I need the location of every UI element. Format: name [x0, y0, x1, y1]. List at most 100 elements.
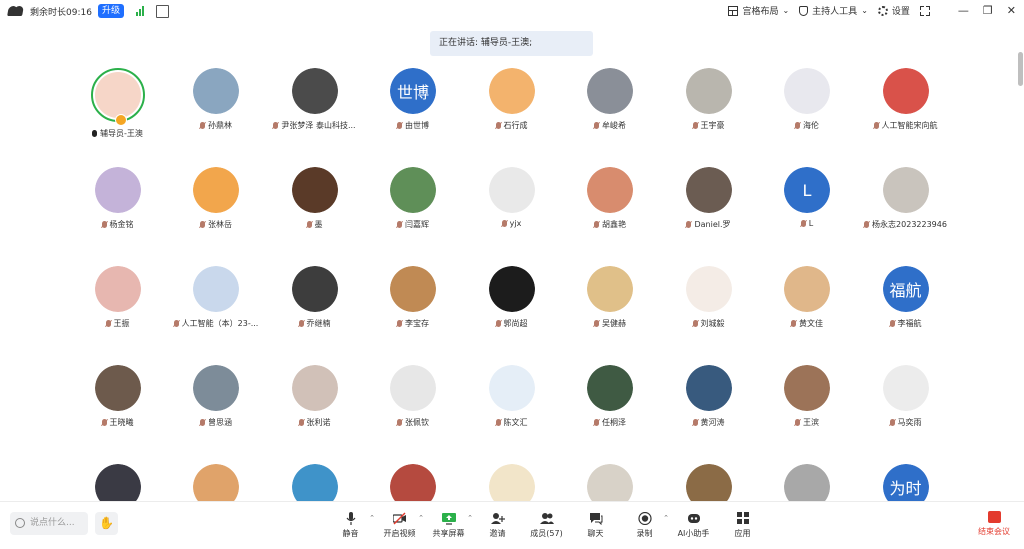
- host-tools-button[interactable]: 主持人工具 ⌄: [799, 4, 868, 17]
- participant-tile[interactable]: 石行成: [462, 68, 561, 131]
- participant-tile[interactable]: 张佩钦: [364, 365, 463, 428]
- participant-tile[interactable]: 王滨: [758, 365, 857, 428]
- avatar-image: [193, 167, 239, 213]
- participant-name-row: 郭尚超: [462, 318, 561, 329]
- participant-name: 杨永志2023223946: [872, 220, 947, 229]
- participant-tile[interactable]: 黄文佳: [758, 266, 857, 329]
- microphone-muted-icon: [594, 320, 599, 327]
- mute-button[interactable]: 静音 ⌃: [326, 510, 375, 539]
- participant-tile[interactable]: 杨金铭: [68, 167, 167, 230]
- participant-name-row: 张利诺: [265, 417, 364, 428]
- close-icon[interactable]: ✕: [1007, 4, 1016, 17]
- participant-tile[interactable]: 胡鑫艳: [561, 167, 660, 230]
- participant-name-row: 杨金铭: [68, 219, 167, 230]
- avatar-image: [488, 365, 535, 411]
- participant-tile[interactable]: 李宝存: [364, 266, 463, 329]
- scrollbar[interactable]: [1016, 50, 1024, 500]
- participant-name: 人工智能（本）23-...: [181, 319, 259, 328]
- quick-chat-input[interactable]: 说点什么...: [10, 512, 88, 535]
- participant-name: 胡鑫艳: [602, 220, 626, 229]
- participant-name: 王晓曦: [109, 418, 134, 427]
- microphone-muted-icon: [101, 419, 107, 426]
- meeting-info: 剩余时长09:16 升级: [7, 4, 169, 18]
- participant-name: 王滨: [803, 418, 819, 427]
- participant-tile[interactable]: 陈文汇: [462, 365, 561, 428]
- participant-tile[interactable]: 牟峻希: [561, 68, 660, 131]
- upgrade-button[interactable]: 升级: [97, 4, 124, 18]
- participant-tile[interactable]: 刘城毅: [659, 266, 758, 329]
- participant-tile[interactable]: 王宇豪: [659, 68, 758, 131]
- avatar: [94, 266, 141, 312]
- chat-button[interactable]: 聊天: [571, 510, 620, 539]
- participant-tile[interactable]: 王晓曦: [68, 365, 167, 428]
- microphone-muted-icon: [397, 320, 402, 327]
- participant-tile[interactable]: 王振: [68, 266, 167, 329]
- participant-tile[interactable]: 闫嘉辉: [364, 167, 463, 230]
- avatar-image: [488, 68, 535, 114]
- participant-tile[interactable]: 孙鼎林: [167, 68, 266, 131]
- participant-tile[interactable]: 郭尚超: [462, 266, 561, 329]
- participant-tile[interactable]: 黄河涛: [659, 365, 758, 428]
- participant-name-row: 尹张梦泽 泰山科技...: [265, 120, 364, 131]
- settings-button[interactable]: 设置: [877, 4, 910, 17]
- participant-name: 由世博: [405, 121, 429, 130]
- participant-tile[interactable]: 人工智能（本）23-...: [167, 266, 266, 329]
- participant-tile[interactable]: yjx: [462, 167, 561, 228]
- participant-tile[interactable]: 福航 李福航: [856, 266, 955, 329]
- invite-button[interactable]: 邀请: [473, 510, 522, 539]
- participant-tile[interactable]: 杨永志2023223946: [856, 167, 955, 230]
- participant-name-row: 张林岳: [167, 219, 266, 230]
- participant-name-row: 黄河涛: [659, 417, 758, 428]
- share-link-icon[interactable]: [155, 4, 169, 18]
- avatar: [291, 365, 338, 411]
- participant-tile[interactable]: 辅导员-王澳: [68, 68, 167, 139]
- participant-tile[interactable]: 墨: [265, 167, 364, 230]
- minimize-icon[interactable]: —: [958, 4, 969, 17]
- avatar-image: [390, 365, 436, 411]
- participant-tile[interactable]: 马奕雨: [856, 365, 955, 428]
- apps-button[interactable]: 应用: [718, 510, 767, 539]
- participant-name-row: 马奕雨: [856, 417, 955, 428]
- end-label: 结束会议: [978, 527, 1010, 536]
- participant-name-row: 辅导员-王澳: [68, 128, 167, 139]
- participant-tile[interactable]: 人工智能宋向航: [856, 68, 955, 131]
- participant-name: 孙鼎林: [208, 121, 232, 130]
- scrollbar-thumb[interactable]: [1018, 52, 1023, 86]
- microphone-muted-icon: [306, 221, 312, 228]
- participant-tile[interactable]: 张林岳: [167, 167, 266, 230]
- members-button[interactable]: 成员(57): [522, 510, 571, 539]
- ai-assistant-button[interactable]: AI小助手: [669, 510, 718, 539]
- avatar: [587, 68, 633, 114]
- share-screen-button[interactable]: 共享屏幕 ⌃: [424, 510, 473, 539]
- chat-icon: [589, 512, 603, 526]
- participant-tile[interactable]: 张利诺: [265, 365, 364, 428]
- participant-tile[interactable]: 乔继楠: [265, 266, 364, 329]
- participant-tile[interactable]: 曾思涵: [167, 365, 266, 428]
- raise-hand-button[interactable]: ✋: [95, 512, 118, 535]
- microphone-muted-icon: [889, 419, 895, 426]
- participant-tile[interactable]: 任桐泽: [561, 365, 660, 428]
- restore-icon[interactable]: ❐: [983, 4, 993, 17]
- participant-name: 任桐泽: [602, 418, 626, 427]
- signal-icon[interactable]: [135, 6, 144, 16]
- end-meeting-button[interactable]: 结束会议: [978, 511, 1010, 537]
- layout-button[interactable]: 宫格布局 ⌄: [728, 4, 789, 17]
- participant-name: 黄河涛: [700, 418, 725, 427]
- ai-label: AI小助手: [677, 529, 710, 538]
- participant-tile[interactable]: 吴健赫: [561, 266, 660, 329]
- participant-tile[interactable]: LL: [758, 167, 857, 228]
- participant-name: 王宇豪: [700, 121, 725, 130]
- participant-tile[interactable]: 世博 由世博: [364, 68, 463, 131]
- avatar: [587, 365, 633, 411]
- avatar: [90, 68, 145, 126]
- participant-tile[interactable]: 海伦: [758, 68, 857, 131]
- avatar: [488, 167, 535, 213]
- participant-name-row: 刘城毅: [659, 318, 758, 329]
- microphone-muted-icon: [594, 122, 599, 129]
- record-button[interactable]: 录制 ⌃: [620, 510, 669, 539]
- participant-tile[interactable]: 尹张梦泽 泰山科技...: [265, 68, 364, 131]
- participant-name: 陈文汇: [503, 418, 528, 427]
- participant-tile[interactable]: Daniel.罗: [659, 167, 758, 230]
- fullscreen-icon[interactable]: [919, 5, 930, 16]
- video-button[interactable]: 开启视频 ⌃: [375, 510, 424, 539]
